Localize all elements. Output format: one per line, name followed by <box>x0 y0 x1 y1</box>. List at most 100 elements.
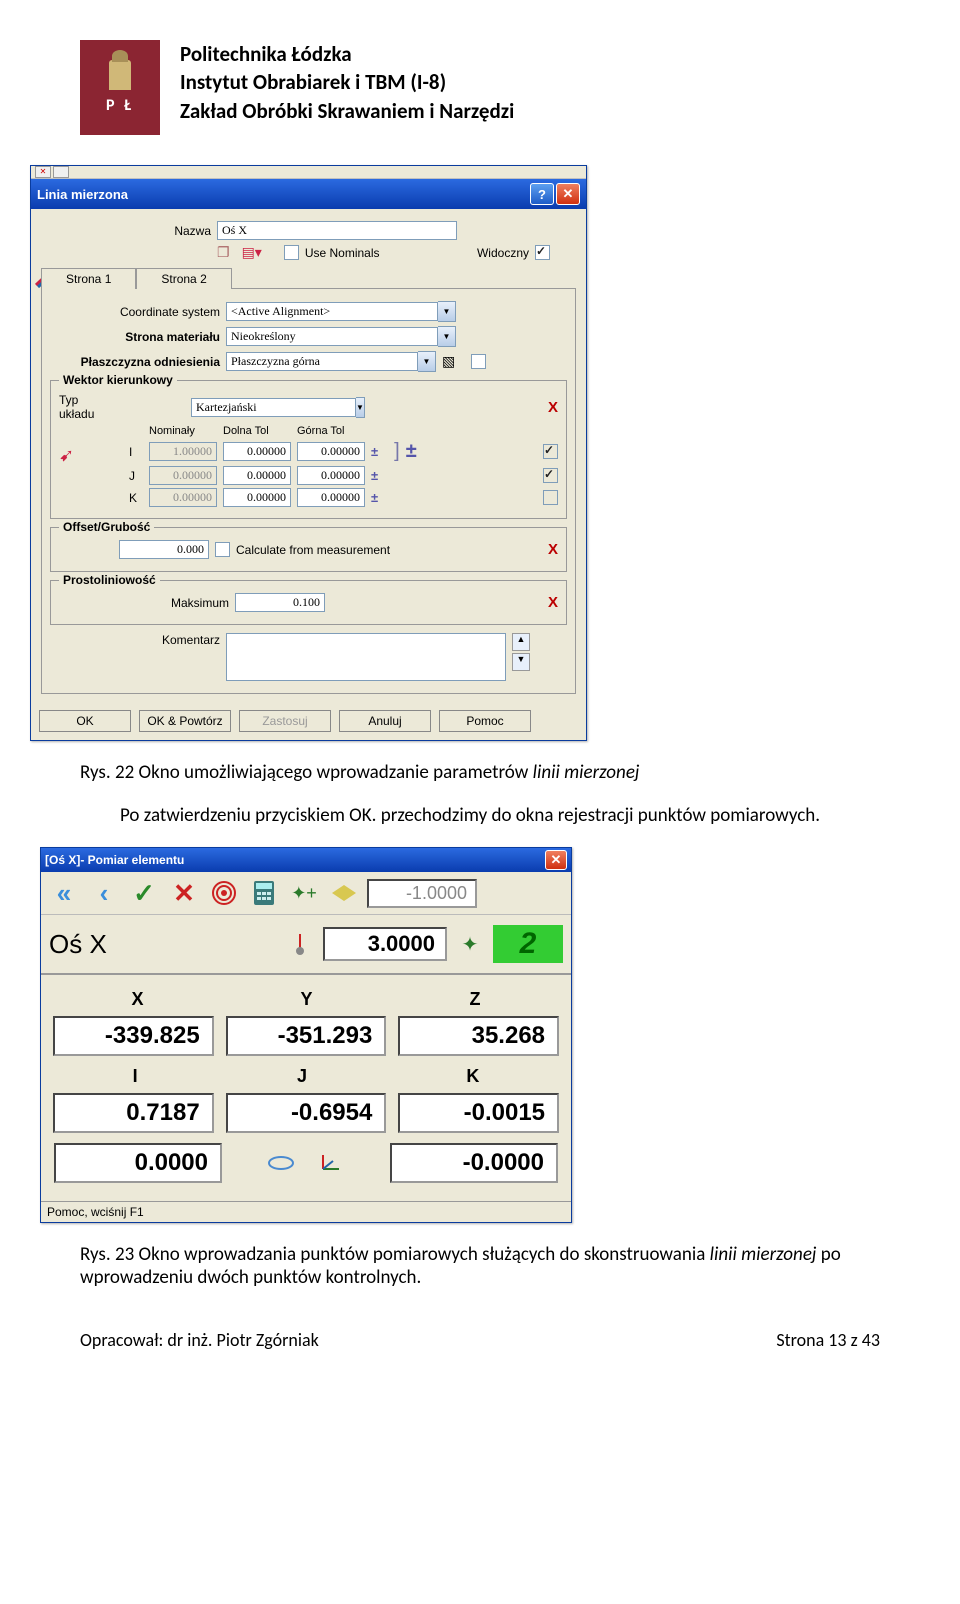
nominaly-header: Nominały <box>149 425 217 437</box>
pm-icon[interactable]: ± <box>371 490 378 505</box>
paragraph-1: Po zatwierdzeniu przyciskiem OK. przecho… <box>80 804 880 827</box>
x-icon[interactable]: X <box>548 399 558 416</box>
j-label: J <box>129 469 143 483</box>
wektor-group: Wektor kierunkowy Typ układu ▼ X ➹ <box>50 380 567 519</box>
i-value[interactable]: 0.7187 <box>53 1093 214 1133</box>
x-icon[interactable]: X <box>548 594 558 611</box>
first-icon[interactable]: « <box>47 878 81 908</box>
gorna-header: Górna Tol <box>297 425 365 437</box>
i-gt[interactable] <box>297 442 365 461</box>
count-badge: 2 <box>493 925 563 963</box>
close-button[interactable]: ✕ <box>556 183 580 205</box>
widoczny-checkbox[interactable] <box>535 245 550 260</box>
accept-icon[interactable]: ✓ <box>127 878 161 908</box>
dolna-header: Dolna Tol <box>223 425 291 437</box>
komentarz-label: Komentarz <box>50 633 220 647</box>
k-value[interactable]: -0.0015 <box>398 1093 559 1133</box>
calc-label: Calculate from measurement <box>236 543 390 557</box>
cross-icon[interactable]: ✦ <box>455 934 485 954</box>
k-check <box>543 490 558 505</box>
calculator-icon[interactable] <box>247 878 281 908</box>
k-header: K <box>466 1066 479 1087</box>
flag-icon[interactable]: ▤▾ <box>242 244 262 261</box>
use-nominals-label: Use Nominals <box>305 246 380 260</box>
typ-combo[interactable]: ▼ <box>191 397 361 418</box>
zastosuj-button[interactable]: Zastosuj <box>239 710 331 732</box>
offset-group: Offset/Grubość Calculate from measuremen… <box>50 527 567 572</box>
anuluj-button[interactable]: Anuluj <box>339 710 431 732</box>
footer-author: Opracował: dr inż. Piotr Zgórniak <box>80 1329 319 1351</box>
maksimum-label: Maksimum <box>59 596 229 610</box>
i-dt[interactable] <box>223 442 291 461</box>
maksimum-input[interactable] <box>235 593 325 612</box>
x-value[interactable]: -339.825 <box>53 1016 214 1056</box>
coord-combo[interactable]: ▼ <box>226 301 456 322</box>
axes-icon[interactable] <box>316 1153 346 1173</box>
z-header: Z <box>469 989 480 1010</box>
logo: P Ł <box>80 40 160 135</box>
plasz-combo[interactable]: ▼ <box>226 351 436 372</box>
pomoc-button[interactable]: Pomoc <box>439 710 531 732</box>
ok-powtorz-button[interactable]: OK & Powtórz <box>139 710 231 732</box>
target-icon[interactable] <box>207 878 241 908</box>
komentarz-input[interactable] <box>226 633 506 681</box>
box-icon[interactable]: ❐ <box>217 244 230 261</box>
pm-icon[interactable]: ± <box>371 444 378 459</box>
titlebar: [Oś X]- Pomiar elementu ✕ <box>41 848 571 872</box>
footer-page: Strona 13 z 43 <box>776 1329 880 1351</box>
plane-icon[interactable]: ▧ <box>442 353 455 370</box>
offset-input[interactable] <box>119 540 209 559</box>
document-header: P Ł Politechnika Łódzka Instytut Obrabia… <box>80 40 880 135</box>
window-title: Linia mierzona <box>37 187 128 202</box>
k-nom <box>149 488 217 507</box>
j-gt[interactable] <box>297 466 365 485</box>
ok-button[interactable]: OK <box>39 710 131 732</box>
probe-icon[interactable] <box>285 934 315 954</box>
b1-value[interactable]: 0.0000 <box>54 1143 222 1183</box>
y-value[interactable]: -351.293 <box>226 1016 387 1056</box>
add-point-icon[interactable]: ✦+ <box>287 878 321 908</box>
j-dt[interactable] <box>223 466 291 485</box>
k-label: K <box>129 491 143 505</box>
b3-value[interactable]: -0.0000 <box>390 1143 558 1183</box>
calc-checkbox[interactable] <box>215 542 230 557</box>
scroll-down[interactable]: ▼ <box>512 653 530 671</box>
k-dt[interactable] <box>223 488 291 507</box>
widoczny-label: Widoczny <box>477 246 529 260</box>
header-text: Politechnika Łódzka Instytut Obrabiarek … <box>180 40 514 125</box>
pm-icon[interactable]: ± <box>371 468 378 483</box>
top-value: -1.0000 <box>367 879 477 908</box>
plasz-checkbox[interactable] <box>471 354 486 369</box>
z-value[interactable]: 35.268 <box>398 1016 559 1056</box>
mini-toolbar: ✕ <box>31 166 586 179</box>
close-button[interactable]: ✕ <box>545 850 567 870</box>
plasz-label: Płaszczyzna odniesienia <box>50 355 220 369</box>
mid-value[interactable]: 3.0000 <box>323 927 447 961</box>
k-gt[interactable] <box>297 488 365 507</box>
nazwa-input[interactable] <box>217 221 457 240</box>
use-nominals-checkbox[interactable] <box>284 245 299 260</box>
x-icon[interactable]: X <box>548 541 558 558</box>
statusbar: Pomoc, wciśnij F1 <box>41 1201 571 1222</box>
j-value[interactable]: -0.6954 <box>226 1093 387 1133</box>
diamond-icon[interactable] <box>327 878 361 908</box>
j-header: J <box>297 1066 307 1087</box>
ellipse-icon[interactable] <box>266 1153 296 1173</box>
dialog-pomiar-elementu: [Oś X]- Pomiar elementu ✕ « ‹ ✓ ✕ ✦+ -1.… <box>40 847 572 1223</box>
tab-strona1[interactable]: Strona 1 <box>41 268 136 289</box>
scroll-up[interactable]: ▲ <box>512 633 530 651</box>
i-nom <box>149 442 217 461</box>
j-nom <box>149 466 217 485</box>
i-label: I <box>129 445 143 459</box>
tab-strona2[interactable]: Strona 2 <box>136 268 231 289</box>
strona-mat-label: Strona materiału <box>50 330 220 344</box>
prost-group: Prostoliniowość Maksimum X <box>50 580 567 625</box>
reject-icon[interactable]: ✕ <box>167 878 201 908</box>
nazwa-label: Nazwa <box>41 224 211 238</box>
strona-mat-combo[interactable]: ▼ <box>226 326 456 347</box>
help-button[interactable]: ? <box>530 183 554 205</box>
caption-22: Rys. 22 Okno umożliwiającego wprowadzani… <box>80 761 880 784</box>
coord-label: Coordinate system <box>50 305 220 319</box>
window-title: [Oś X]- Pomiar elementu <box>45 853 184 867</box>
prev-icon[interactable]: ‹ <box>87 878 121 908</box>
